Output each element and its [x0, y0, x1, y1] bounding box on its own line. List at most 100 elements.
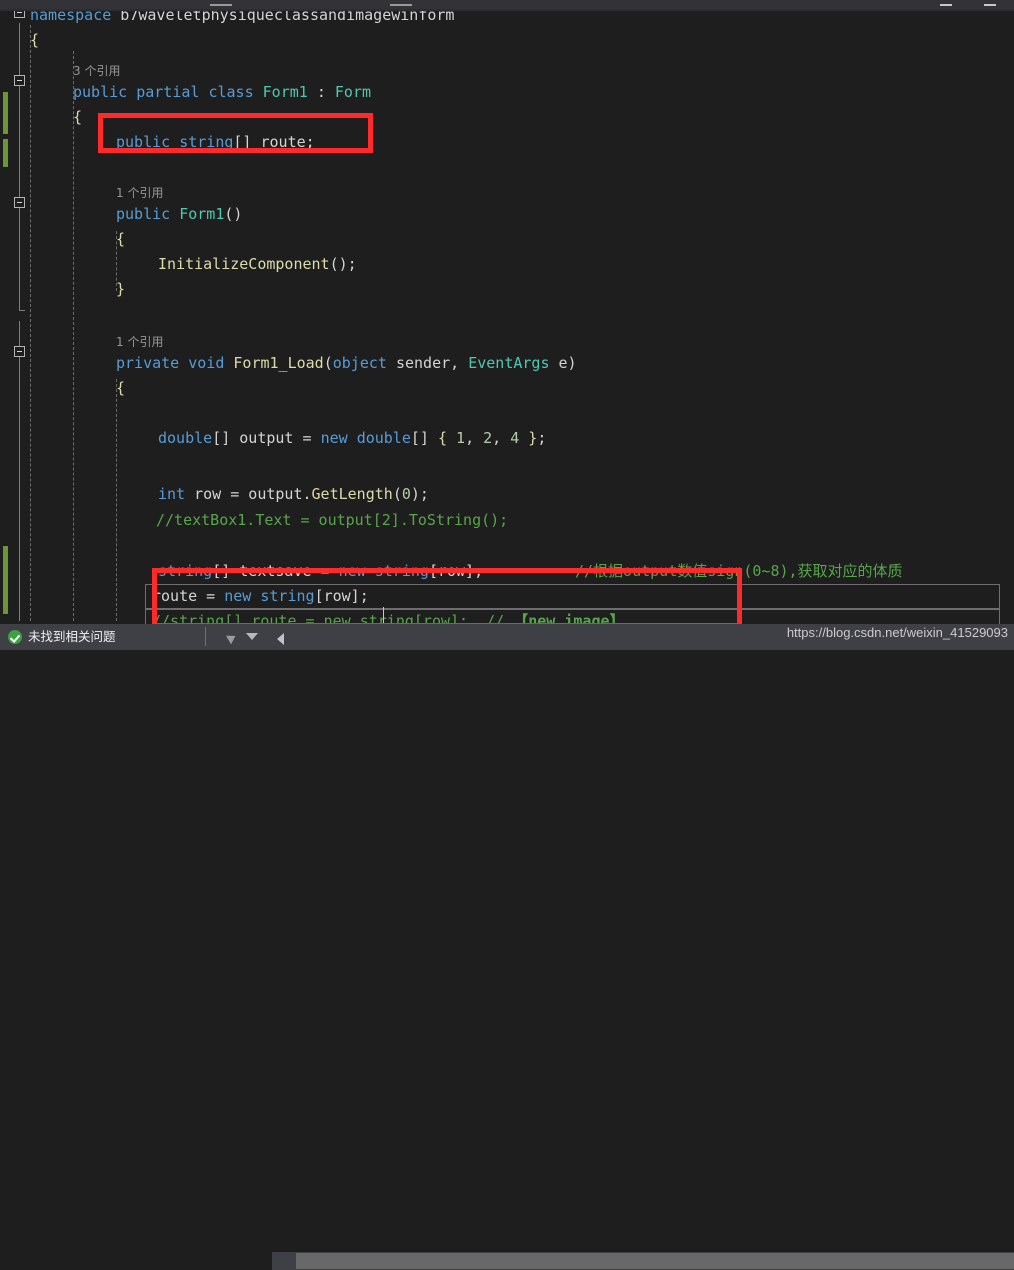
token-number: 0	[401, 485, 411, 503]
token-keyword: double	[158, 429, 213, 447]
token-punct: ,	[465, 429, 484, 447]
code-line-ctor-open-brace: {	[116, 227, 125, 252]
token-method: Form1_Load	[233, 354, 324, 372]
code-line-row-getlength: int row = output.GetLength(0);	[158, 482, 429, 507]
token-type: Form1	[253, 83, 317, 101]
code-line-form-load-decl: private void Form1_Load(object sender, E…	[116, 351, 577, 376]
toolbar-chunk	[888, 0, 921, 9]
toolbar-hint-bar	[210, 4, 232, 6]
token-brace: {	[73, 108, 83, 126]
token-punct: );	[410, 485, 429, 503]
maximize-hint[interactable]	[984, 4, 996, 6]
token-number: 4	[510, 429, 520, 447]
pencil-icon[interactable]	[226, 631, 238, 645]
code-line-open-brace: {	[30, 28, 39, 53]
green-check-circle-icon	[8, 630, 22, 644]
toolbar-hint-bar	[390, 4, 412, 6]
collapse-toggle-namespace[interactable]	[14, 11, 25, 18]
token-keyword: private	[116, 354, 180, 372]
token-base-type: Form	[334, 83, 372, 101]
codelens-method-references[interactable]: 1 个引用	[116, 333, 163, 351]
token-punct: :	[316, 83, 335, 101]
collapse-toggle-constructor[interactable]	[14, 197, 25, 208]
collapse-toggle-method[interactable]	[14, 346, 25, 357]
indent-guide	[116, 379, 117, 621]
codelens-constructor-references[interactable]: 1 个引用	[116, 184, 163, 202]
editor-tab-strip	[168, 0, 889, 9]
scroll-left-arrow-icon[interactable]	[277, 633, 284, 645]
toolbar-chunk	[56, 0, 169, 9]
code-line-initialize-component: InitializeComponent();	[158, 252, 357, 277]
token-param: e)	[549, 354, 577, 372]
token-number: 2	[483, 429, 493, 447]
token-comment: //textBox1.Text = output[2].ToString();	[156, 511, 509, 529]
token-identifier: row = output.	[185, 485, 312, 503]
token-keyword: public	[73, 83, 128, 101]
change-bar	[3, 92, 8, 134]
outline-rule	[19, 23, 20, 311]
token-keyword: new	[320, 429, 348, 447]
token-param: sender,	[386, 354, 469, 372]
token-punct: ();	[329, 255, 357, 273]
token-punct: (	[392, 485, 402, 503]
token-namespace-name: b7waveletphysiqueclassandimagewinform	[111, 11, 455, 24]
toolbar-chunk	[920, 0, 1014, 9]
token-number: 1	[456, 429, 466, 447]
chevron-down-icon[interactable]	[246, 633, 258, 640]
indent-guide	[30, 25, 31, 621]
token-brace: {	[437, 429, 447, 447]
status-divider	[205, 627, 206, 646]
code-line-ctor-close-brace: }	[116, 277, 125, 302]
token-brace: {	[116, 379, 126, 397]
watermark-url: https://blog.csdn.net/weixin_41529093	[786, 625, 1008, 640]
token-brace: {	[30, 31, 40, 49]
token-brace: {	[116, 230, 126, 248]
code-editor-surface[interactable]: namespace b7waveletphysiqueclassandimage…	[0, 11, 1014, 624]
horizontal-scrollbar-thumb[interactable]	[296, 1253, 1014, 1269]
code-line-class-open-brace: {	[73, 105, 82, 130]
token-punct: ()	[224, 205, 243, 223]
code-line-constructor-decl: public Form1()	[116, 202, 242, 227]
token-method: InitializeComponent	[158, 255, 330, 273]
token-type: EventArgs	[468, 354, 550, 372]
token-identifier: [] output =	[212, 429, 321, 447]
token-method: GetLength	[311, 485, 393, 503]
token-punct: (	[323, 354, 333, 372]
annotation-box-route-declaration	[98, 113, 373, 153]
outline-end-tick	[19, 310, 25, 311]
token-keyword: object	[332, 354, 387, 372]
change-bar	[3, 139, 8, 167]
code-line-output-array: double[] output = new double[] { 1, 2, 4…	[158, 426, 546, 451]
token-keyword: void	[188, 354, 225, 372]
token-brace: }	[116, 280, 126, 298]
visual-studio-editor-window: namespace b7waveletphysiqueclassandimage…	[0, 0, 1014, 1270]
token-type: Form1	[179, 205, 225, 223]
code-line-namespace: namespace b7waveletphysiqueclassandimage…	[30, 11, 454, 28]
token-keyword: partial	[127, 83, 209, 101]
code-line-class-decl: public partial class Form1 : Form	[73, 80, 371, 105]
minimize-hint[interactable]	[940, 4, 952, 6]
codelens-class-references[interactable]: 3 个引用	[73, 62, 120, 80]
indent-guide	[73, 51, 74, 621]
toolbar-chunk	[0, 0, 57, 9]
collapse-toggle-class[interactable]	[14, 75, 25, 86]
token-punct: []	[410, 429, 438, 447]
outline-rule	[19, 321, 20, 621]
token-brace: }	[528, 429, 538, 447]
token-punct: ,	[492, 429, 511, 447]
code-line-method-open-brace: {	[116, 376, 125, 401]
token-keyword: class	[208, 83, 254, 101]
status-message: 未找到相关问题	[28, 629, 116, 644]
change-bar	[3, 546, 8, 614]
code-line-commented-textbox: //textBox1.Text = output[2].ToString();	[156, 508, 508, 533]
token-keyword: public	[116, 205, 171, 223]
token-keyword: double	[356, 429, 411, 447]
token-punct: ;	[537, 429, 547, 447]
annotation-box-route-assignment	[152, 568, 742, 628]
token-keyword: int	[158, 485, 186, 503]
